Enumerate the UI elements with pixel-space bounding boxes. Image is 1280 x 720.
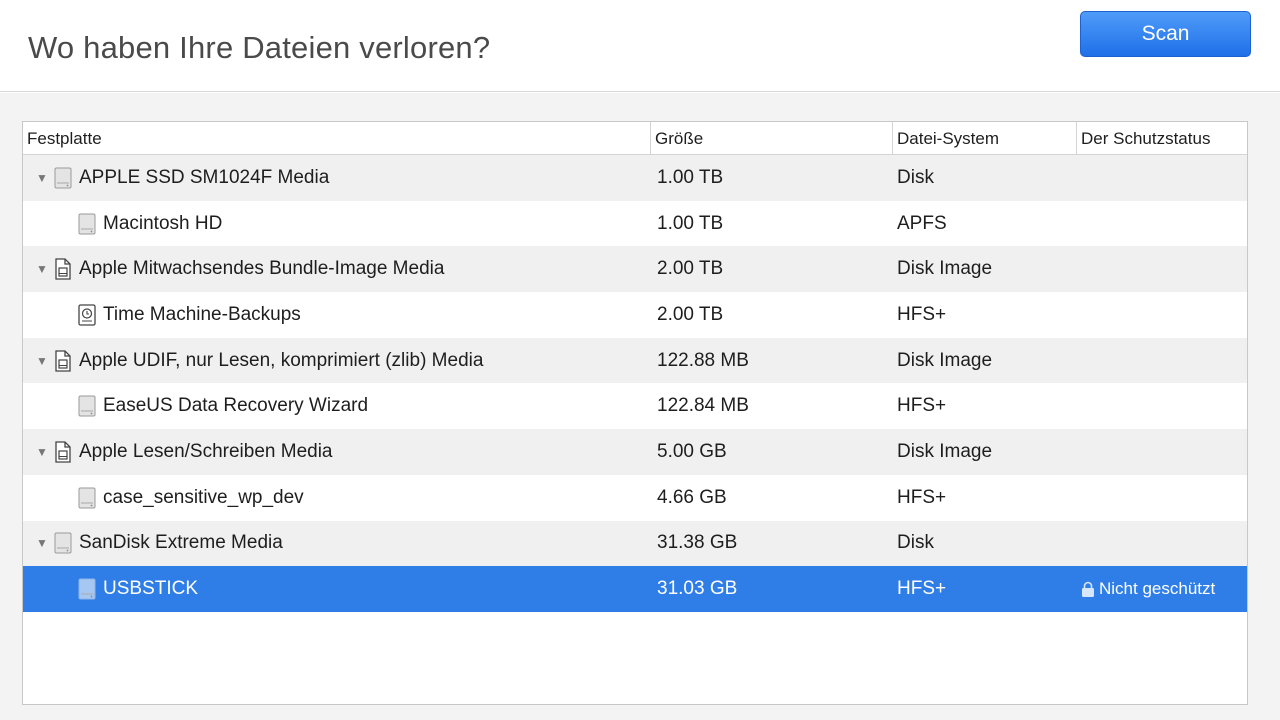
cell-size: 122.88 MB: [657, 349, 749, 371]
cell-protection-status: [1077, 338, 1247, 384]
cell-size: 31.03 GB: [657, 578, 738, 600]
cell-name: ▼ Apple Mitwachsendes Bundle-Image Media: [23, 246, 651, 292]
hard-disk-icon: [53, 167, 73, 189]
cell-protection-status: [1077, 475, 1247, 521]
cell-file-system: HFS+: [897, 303, 947, 325]
table-row[interactable]: ▼ Apple Lesen/Schreiben Media 5.00 GB Disk …: [23, 429, 1247, 475]
column-header-schutzstatus[interactable]: Der Schutzstatus: [1077, 122, 1247, 155]
cell-protection-status: [1077, 429, 1247, 475]
scan-button[interactable]: Scan: [1080, 11, 1251, 57]
cell-size: 1.00 TB: [657, 212, 724, 234]
table-row[interactable]: EaseUS Data Recovery Wizard 122.84 MB HFS+: [23, 383, 1247, 429]
cell-file-system: HFS+: [897, 486, 947, 508]
disclosure-triangle-icon[interactable]: ▼: [33, 171, 51, 185]
disclosure-triangle-icon[interactable]: ▼: [33, 536, 51, 550]
protection-status-text: Nicht geschützt: [1099, 579, 1216, 599]
cell-file-system: Disk Image: [897, 349, 993, 371]
cell-name: EaseUS Data Recovery Wizard: [23, 383, 651, 429]
table-row[interactable]: Macintosh HD 1.00 TB APFS: [23, 201, 1247, 247]
cell-file-system: Disk: [897, 166, 934, 188]
disclosure-triangle-icon[interactable]: ▼: [33, 354, 51, 368]
table-row[interactable]: Time Machine-Backups 2.00 TB HFS+: [23, 292, 1247, 338]
hard-disk-icon: [77, 578, 97, 600]
cell-file-system: HFS+: [897, 578, 947, 600]
cell-size: 2.00 TB: [657, 303, 724, 325]
disk-image-icon: [53, 258, 73, 280]
table-row[interactable]: USBSTICK 31.03 GB HFS+ Nicht geschützt: [23, 566, 1247, 612]
page-title: Wo haben Ihre Dateien verloren?: [28, 30, 491, 65]
column-header-datei-system[interactable]: Datei-System: [893, 122, 1077, 155]
cell-file-system: HFS+: [897, 395, 947, 417]
table-header: Festplatte Größe Datei-System Der Schutz…: [23, 122, 1247, 155]
cell-size: 2.00 TB: [657, 258, 724, 280]
drive-name: Apple Lesen/Schreiben Media: [79, 440, 333, 462]
lock-icon: [1081, 581, 1095, 598]
time-machine-icon: [77, 304, 97, 326]
cell-name: Macintosh HD: [23, 201, 651, 247]
drive-name: Macintosh HD: [103, 212, 223, 234]
cell-file-system: Disk: [897, 532, 934, 554]
table-row[interactable]: case_sensitive_wp_dev 4.66 GB HFS+: [23, 475, 1247, 521]
drive-name: USBSTICK: [103, 578, 199, 600]
disclosure-triangle-icon[interactable]: ▼: [33, 262, 51, 276]
drive-name: case_sensitive_wp_dev: [103, 486, 304, 508]
disk-table: Festplatte Größe Datei-System Der Schutz…: [22, 121, 1248, 705]
disk-image-icon: [53, 441, 73, 463]
cell-protection-status: Nicht geschützt: [1077, 566, 1247, 612]
cell-name: Time Machine-Backups: [23, 292, 651, 338]
cell-size: 122.84 MB: [657, 395, 749, 417]
cell-file-system: APFS: [897, 212, 947, 234]
column-header-groesse[interactable]: Größe: [651, 122, 893, 155]
disk-image-icon: [53, 349, 73, 372]
hard-disk-icon: [77, 213, 97, 235]
table-row[interactable]: ▼ SanDisk Extreme Media 31.38 GB Disk: [23, 520, 1247, 567]
cell-name: USBSTICK: [23, 566, 651, 612]
cell-name: ▼ Apple Lesen/Schreiben Media: [23, 429, 651, 475]
cell-protection-status: [1077, 292, 1247, 338]
cell-name: case_sensitive_wp_dev: [23, 475, 651, 521]
cell-size: 4.66 GB: [657, 486, 727, 508]
cell-size: 5.00 GB: [657, 440, 727, 462]
drive-name: APPLE SSD SM1024F Media: [79, 166, 330, 188]
hard-disk-icon: [77, 487, 97, 509]
table-body: ▼ APPLE SSD SM1024F Media 1.00 TB Disk Macin…: [23, 155, 1247, 612]
table-row[interactable]: ▼ Apple Mitwachsendes Bundle-Image Media 2…: [23, 246, 1247, 293]
cell-protection-status: [1077, 383, 1247, 429]
cell-size: 1.00 TB: [657, 166, 724, 188]
cell-protection-status: [1077, 155, 1247, 201]
disclosure-triangle-icon[interactable]: ▼: [33, 445, 51, 459]
cell-name: ▼ SanDisk Extreme Media: [23, 521, 651, 567]
drive-name: Time Machine-Backups: [103, 303, 301, 325]
cell-protection-status: [1077, 201, 1247, 247]
cell-file-system: Disk Image: [897, 440, 993, 462]
table-row[interactable]: ▼ Apple UDIF, nur Lesen, komprimiert (zli…: [23, 337, 1247, 384]
cell-name: ▼ APPLE SSD SM1024F Media: [23, 155, 651, 201]
cell-file-system: Disk Image: [897, 258, 993, 280]
cell-protection-status: [1077, 521, 1247, 567]
drive-name: EaseUS Data Recovery Wizard: [103, 395, 369, 417]
hard-disk-icon: [53, 532, 73, 554]
drive-name: Apple UDIF, nur Lesen, komprimiert (zlib…: [79, 349, 484, 371]
table-row[interactable]: ▼ APPLE SSD SM1024F Media 1.00 TB Disk: [23, 155, 1247, 201]
hard-disk-icon: [77, 395, 97, 417]
column-header-festplatte[interactable]: Festplatte: [23, 122, 651, 155]
header: Wo haben Ihre Dateien verloren? Scan: [0, 0, 1280, 92]
drive-name: SanDisk Extreme Media: [79, 532, 283, 554]
cell-protection-status: [1077, 246, 1247, 292]
cell-size: 31.38 GB: [657, 532, 738, 554]
cell-name: ▼ Apple UDIF, nur Lesen, komprimiert (zli…: [23, 338, 651, 384]
drive-name: Apple Mitwachsendes Bundle-Image Media: [79, 258, 445, 280]
